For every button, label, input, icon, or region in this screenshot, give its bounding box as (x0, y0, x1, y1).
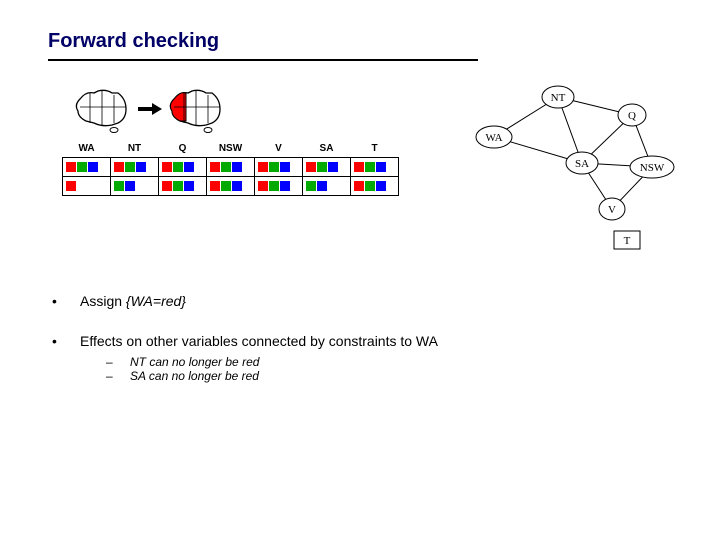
blue-swatch (280, 162, 290, 172)
blue-swatch (376, 181, 386, 191)
svg-text:Q: Q (628, 110, 636, 122)
col-nsw: NSW (207, 143, 255, 158)
svg-text:WA: WA (485, 132, 502, 144)
green-swatch (221, 181, 231, 191)
bullet-list: • Assign {WA=red} • Effects on other var… (48, 293, 672, 383)
green-swatch (114, 181, 124, 191)
green-swatch (173, 181, 183, 191)
bullet-assign: • Assign {WA=red} (48, 293, 672, 309)
green-swatch (365, 162, 375, 172)
green-swatch (269, 162, 279, 172)
australia-maps (72, 85, 226, 133)
figure-row: WANTQNSWVSAT (48, 85, 672, 275)
blue-swatch (376, 162, 386, 172)
col-nt: NT (111, 143, 159, 158)
blue-swatch (280, 181, 290, 191)
red-swatch (162, 181, 172, 191)
blue-swatch (88, 162, 98, 172)
graph-node-v: V (599, 198, 625, 220)
red-swatch (354, 162, 364, 172)
graph-node-q: Q (618, 104, 646, 126)
graph-node-nsw: NSW (630, 156, 674, 178)
col-t: T (351, 143, 399, 158)
sub-bullet: NT can no longer be red (130, 355, 259, 369)
blue-swatch (184, 181, 194, 191)
col-v: V (255, 143, 303, 158)
green-swatch (77, 162, 87, 172)
table-row (63, 177, 399, 196)
graph-node-t: T (614, 231, 640, 249)
table-row (63, 158, 399, 177)
bullet-effects: • Effects on other variables connected b… (48, 333, 672, 383)
graph-node-sa: SA (566, 152, 598, 174)
blue-swatch (317, 181, 327, 191)
blue-swatch (184, 162, 194, 172)
red-swatch (354, 181, 364, 191)
red-swatch (258, 162, 268, 172)
red-swatch (306, 162, 316, 172)
green-swatch (365, 181, 375, 191)
col-sa: SA (303, 143, 351, 158)
arrow-icon (138, 104, 160, 114)
svg-text:NT: NT (551, 92, 566, 104)
green-swatch (317, 162, 327, 172)
col-q: Q (159, 143, 207, 158)
red-swatch (162, 162, 172, 172)
svg-text:T: T (624, 235, 631, 247)
red-swatch (114, 162, 124, 172)
sub-bullet: SA can no longer be red (130, 369, 259, 383)
australia-map-before (72, 85, 132, 133)
domain-table: WANTQNSWVSAT (62, 143, 399, 196)
blue-swatch (232, 162, 242, 172)
svg-text:NSW: NSW (640, 162, 665, 174)
slide-title: Forward checking (48, 30, 672, 53)
red-swatch (210, 181, 220, 191)
green-swatch (269, 181, 279, 191)
blue-swatch (328, 162, 338, 172)
red-swatch (66, 162, 76, 172)
green-swatch (173, 162, 183, 172)
constraint-graph: NT WA Q SA NSW V T (462, 75, 682, 255)
red-swatch (66, 181, 76, 191)
graph-node-nt: NT (542, 86, 574, 108)
title-rule (48, 59, 478, 61)
blue-swatch (136, 162, 146, 172)
green-swatch (125, 162, 135, 172)
green-swatch (306, 181, 316, 191)
blue-swatch (232, 181, 242, 191)
svg-text:SA: SA (575, 158, 589, 170)
svg-text:V: V (608, 204, 616, 216)
australia-map-after (166, 85, 226, 133)
blue-swatch (125, 181, 135, 191)
graph-node-wa: WA (476, 126, 512, 148)
col-wa: WA (63, 143, 111, 158)
red-swatch (210, 162, 220, 172)
green-swatch (221, 162, 231, 172)
red-swatch (258, 181, 268, 191)
